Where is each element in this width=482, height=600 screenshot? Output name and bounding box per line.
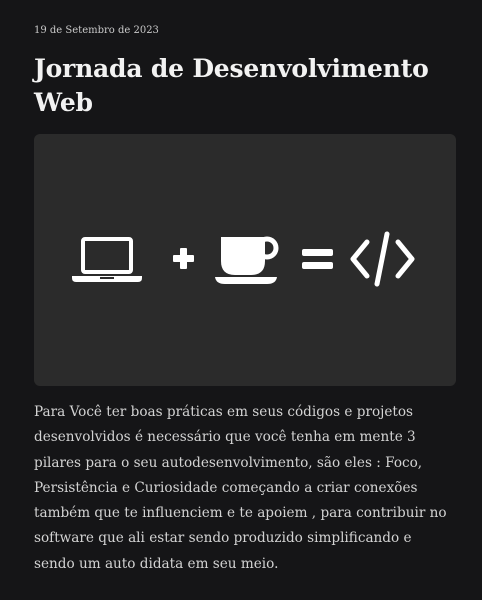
hero-illustration [72,231,415,287]
post-title: Jornada de Desenvolvimento Web [34,54,429,117]
post-body: Para Você ter boas práticas em seus códi… [34,404,447,572]
hero-image [34,134,456,386]
laptop-icon [72,237,142,282]
code-icon [350,231,415,287]
plus-icon [173,248,194,269]
post-date: 19 de Setembro de 2023 [34,25,159,36]
equals-icon [302,249,333,269]
coffee-cup-icon [215,236,279,284]
